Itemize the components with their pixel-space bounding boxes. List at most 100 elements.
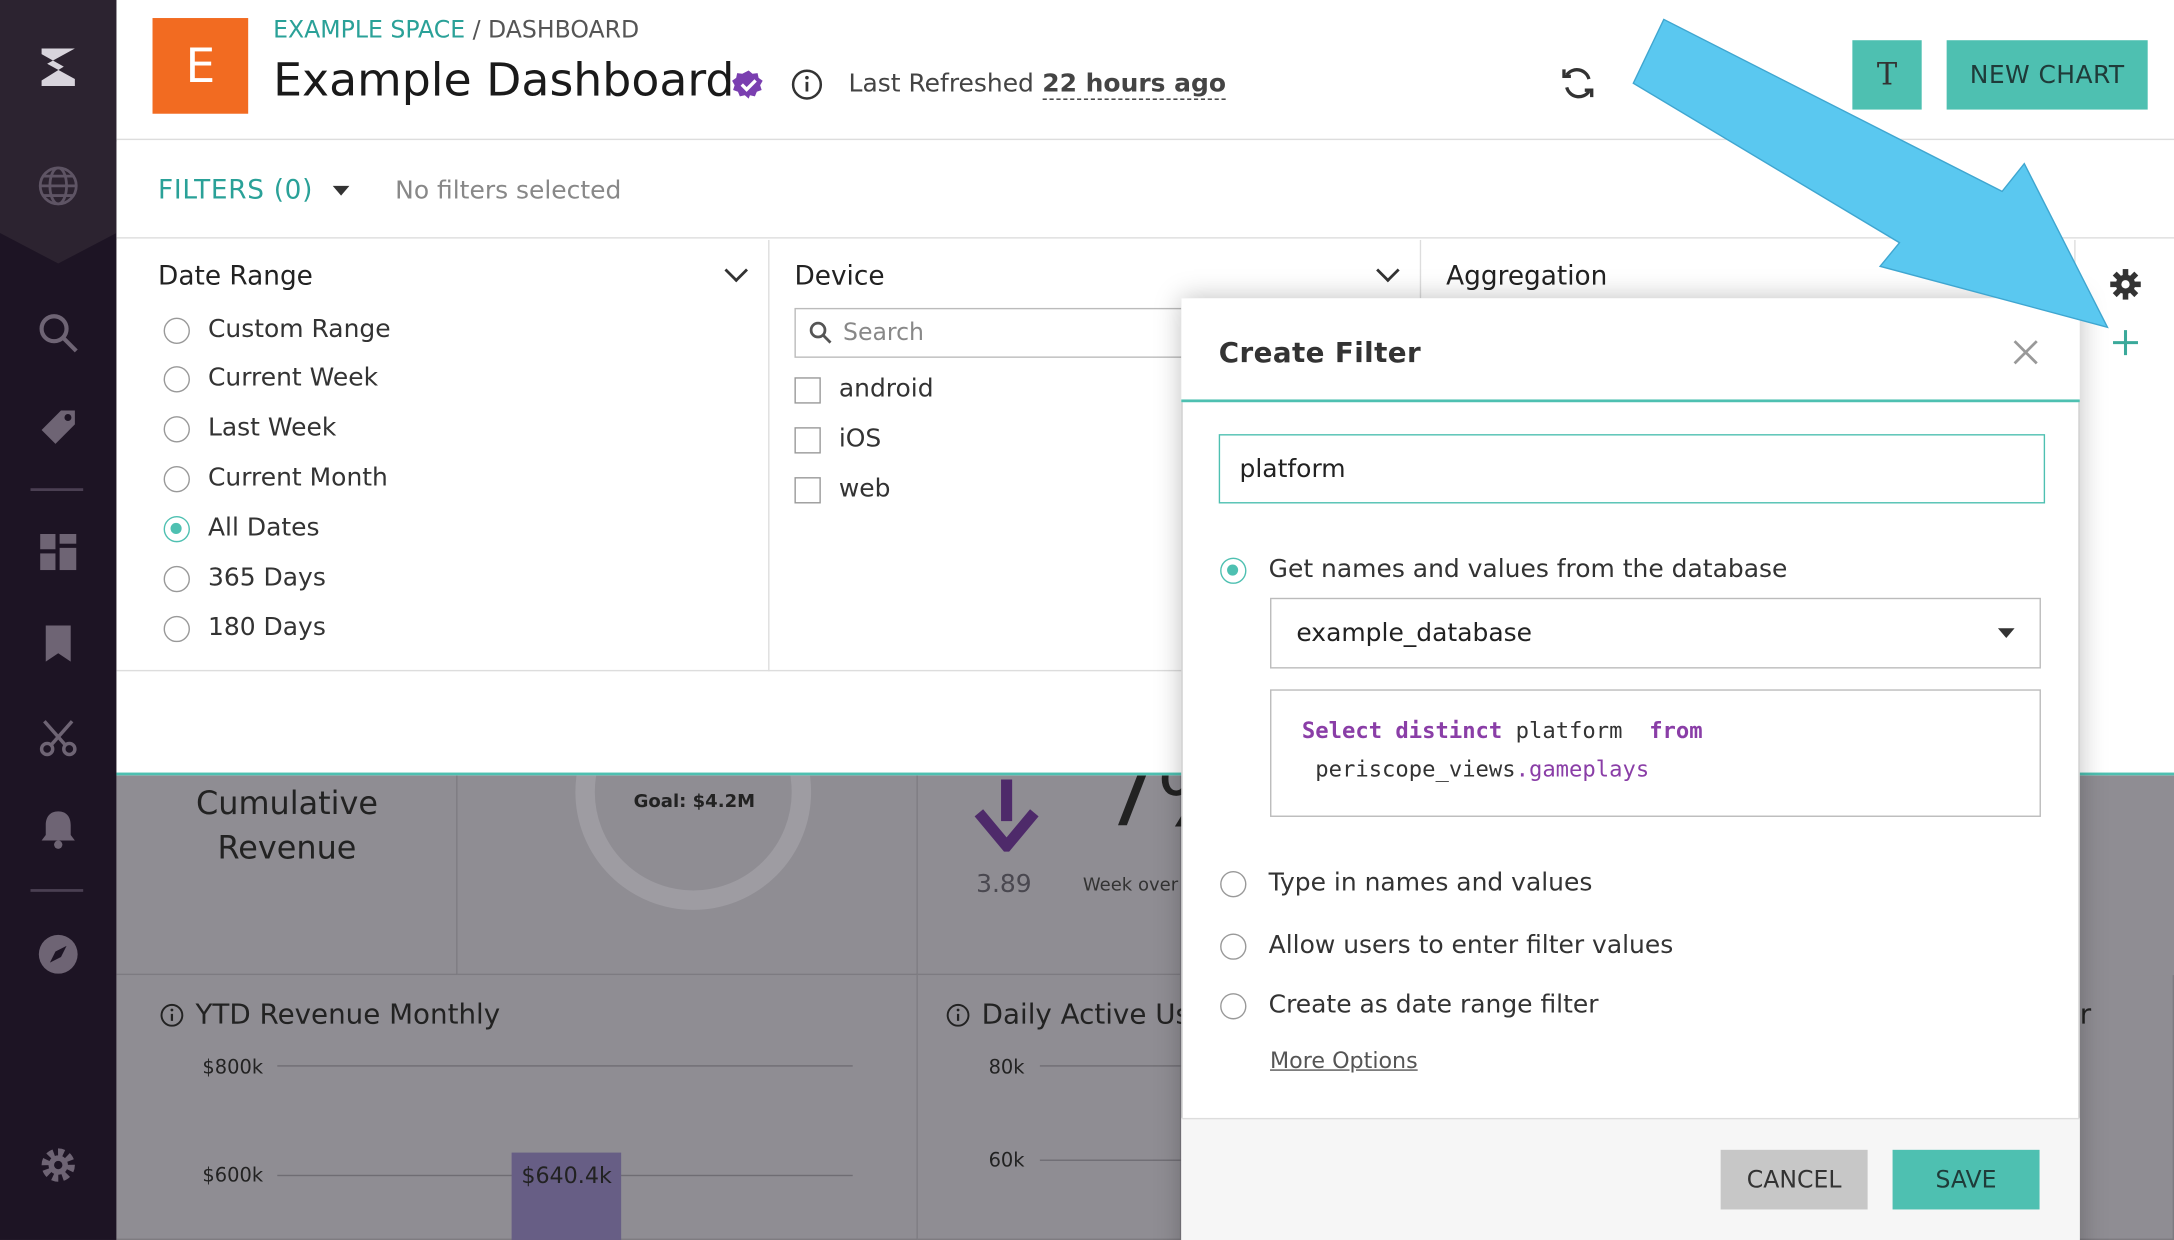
checkbox-web[interactable] [794,477,821,504]
radio-type-in[interactable] [1220,871,1247,898]
ytd-bar-label: $640.4k [521,1162,612,1189]
sidebar-divider [30,488,84,491]
radio-current-week[interactable] [163,366,190,393]
option-android[interactable]: android [839,374,934,403]
dau-y-label-80k: 80k [988,1056,1025,1080]
dau-gridline-1 [1039,1065,1182,1067]
compass-icon[interactable] [31,927,86,982]
breadcrumb-space[interactable]: EXAMPLE SPACE [273,17,465,45]
gear-icon[interactable] [31,1137,86,1192]
checkbox-android[interactable] [794,377,821,404]
radio-last-week[interactable] [163,416,190,443]
checkbox-ios[interactable] [794,427,821,454]
last-refreshed: Last Refreshed 22 hours ago [848,69,1227,100]
scissors-icon[interactable] [31,710,86,765]
dau-y-label-60k: 60k [988,1149,1025,1173]
caret-down-icon-db [1997,628,2015,639]
sql-table: .gameplays [1515,755,1650,783]
right-card-title: r [2079,997,2092,1031]
date-range-title: Date Range [158,260,313,292]
ytd-gridline-1 [277,1065,853,1067]
annotation-arrow-icon [1608,0,2174,361]
radio-from-database[interactable] [1220,557,1247,584]
option-date-range[interactable]: Create as date range filter [1269,990,1599,1019]
ytd-y-label-800: $800k [202,1056,264,1080]
option-last-week[interactable]: Last Week [208,413,336,442]
filter-name-input[interactable]: platform [1218,434,2046,504]
device-title: Device [794,260,885,292]
wow-label: Week over [1082,875,1179,897]
dashboard-icon[interactable] [31,524,86,579]
option-current-week[interactable]: Current Week [208,363,378,392]
radio-365-days[interactable] [163,565,190,593]
last-refreshed-value[interactable]: 22 hours ago [1042,69,1227,100]
database-select[interactable]: example_database [1270,597,2041,669]
cumulative-revenue-title: Cumulative Revenue [116,782,457,871]
breadcrumb: EXAMPLE SPACE / DASHBOARD [273,17,639,45]
search-icon-device [808,320,833,345]
option-ios[interactable]: iOS [839,424,881,453]
cumulative-line1: Cumulative [195,786,379,823]
tag-icon[interactable] [31,399,86,454]
ytd-title: YTD Revenue Monthly [195,997,501,1031]
option-180-days[interactable]: 180 Days [208,613,326,642]
radio-180-days[interactable] [163,615,190,643]
radio-date-range[interactable] [1220,993,1247,1020]
last-refreshed-label: Last Refreshed [848,69,1034,99]
filters-toggle-label: FILTERS (0) [158,174,314,206]
right-card[interactable] [2079,975,2174,1240]
option-custom-range[interactable]: Custom Range [208,315,391,344]
option-web[interactable]: web [839,474,891,503]
filters-status: No filters selected [395,176,622,206]
option-from-database[interactable]: Get names and values from the database [1269,555,1788,584]
goal-text: Goal: $4.2M [633,791,756,813]
option-user-entry[interactable]: Allow users to enter filter values [1269,931,1674,960]
aggregation-title: Aggregation [1446,260,1608,292]
device-search-placeholder: Search [842,319,924,347]
sql-editor[interactable]: Select distinct platform from periscope_… [1270,689,2041,817]
info-icon[interactable] [790,68,823,101]
cumulative-line2: Revenue [217,830,357,867]
option-365-days[interactable]: 365 Days [208,563,326,592]
caret-down-icon [333,185,350,196]
modal-title: Create Filter [1218,335,1422,369]
bookmark-icon[interactable] [31,616,86,671]
bell-icon[interactable] [31,802,86,857]
more-options-link[interactable]: More Options [1270,1047,1418,1073]
search-icon[interactable] [31,305,86,360]
ytd-y-label-600: $600k [202,1165,264,1188]
space-logo[interactable]: E [152,18,249,114]
verified-badge-icon [732,68,765,101]
radio-user-entry[interactable] [1220,933,1247,960]
option-type-in[interactable]: Type in names and values [1269,868,1593,897]
info-icon-dau[interactable] [946,1003,971,1028]
radio-custom-range[interactable] [163,317,190,344]
option-all-dates[interactable]: All Dates [208,513,320,542]
sql-keyword-from: from [1649,717,1703,744]
page-title: Example Dashboard [273,52,735,107]
radio-all-dates[interactable] [163,515,190,543]
info-icon-ytd[interactable] [159,1003,184,1028]
breadcrumb-page: DASHBOARD [488,16,640,45]
logo-icon[interactable] [31,39,86,94]
sidebar-divider-2 [30,889,84,892]
option-current-month[interactable]: Current Month [208,463,388,492]
cancel-button[interactable]: CANCEL [1720,1149,1868,1210]
down-arrow-icon [973,779,1040,855]
radio-current-month[interactable] [163,466,190,493]
wow-big-value: 7% [1102,775,1185,837]
filters-toggle[interactable]: FILTERS (0) [158,174,350,206]
sql-column: platform [1502,717,1650,744]
dau-gridline-2 [1039,1159,1182,1161]
breadcrumb-separator: / [472,16,481,45]
date-range-filter [116,239,770,672]
wow-small-value: 3.89 [976,869,1032,899]
sql-keyword-select: Select distinct [1301,717,1503,744]
refresh-icon[interactable] [1558,64,1597,103]
globe-icon[interactable] [31,158,86,213]
database-select-value: example_database [1296,618,1532,648]
sql-schema: periscope_views [1301,755,1516,783]
sidebar-pointer [0,233,117,264]
save-button[interactable]: SAVE [1892,1149,2040,1210]
dau-title: Daily Active Us [981,997,1182,1031]
